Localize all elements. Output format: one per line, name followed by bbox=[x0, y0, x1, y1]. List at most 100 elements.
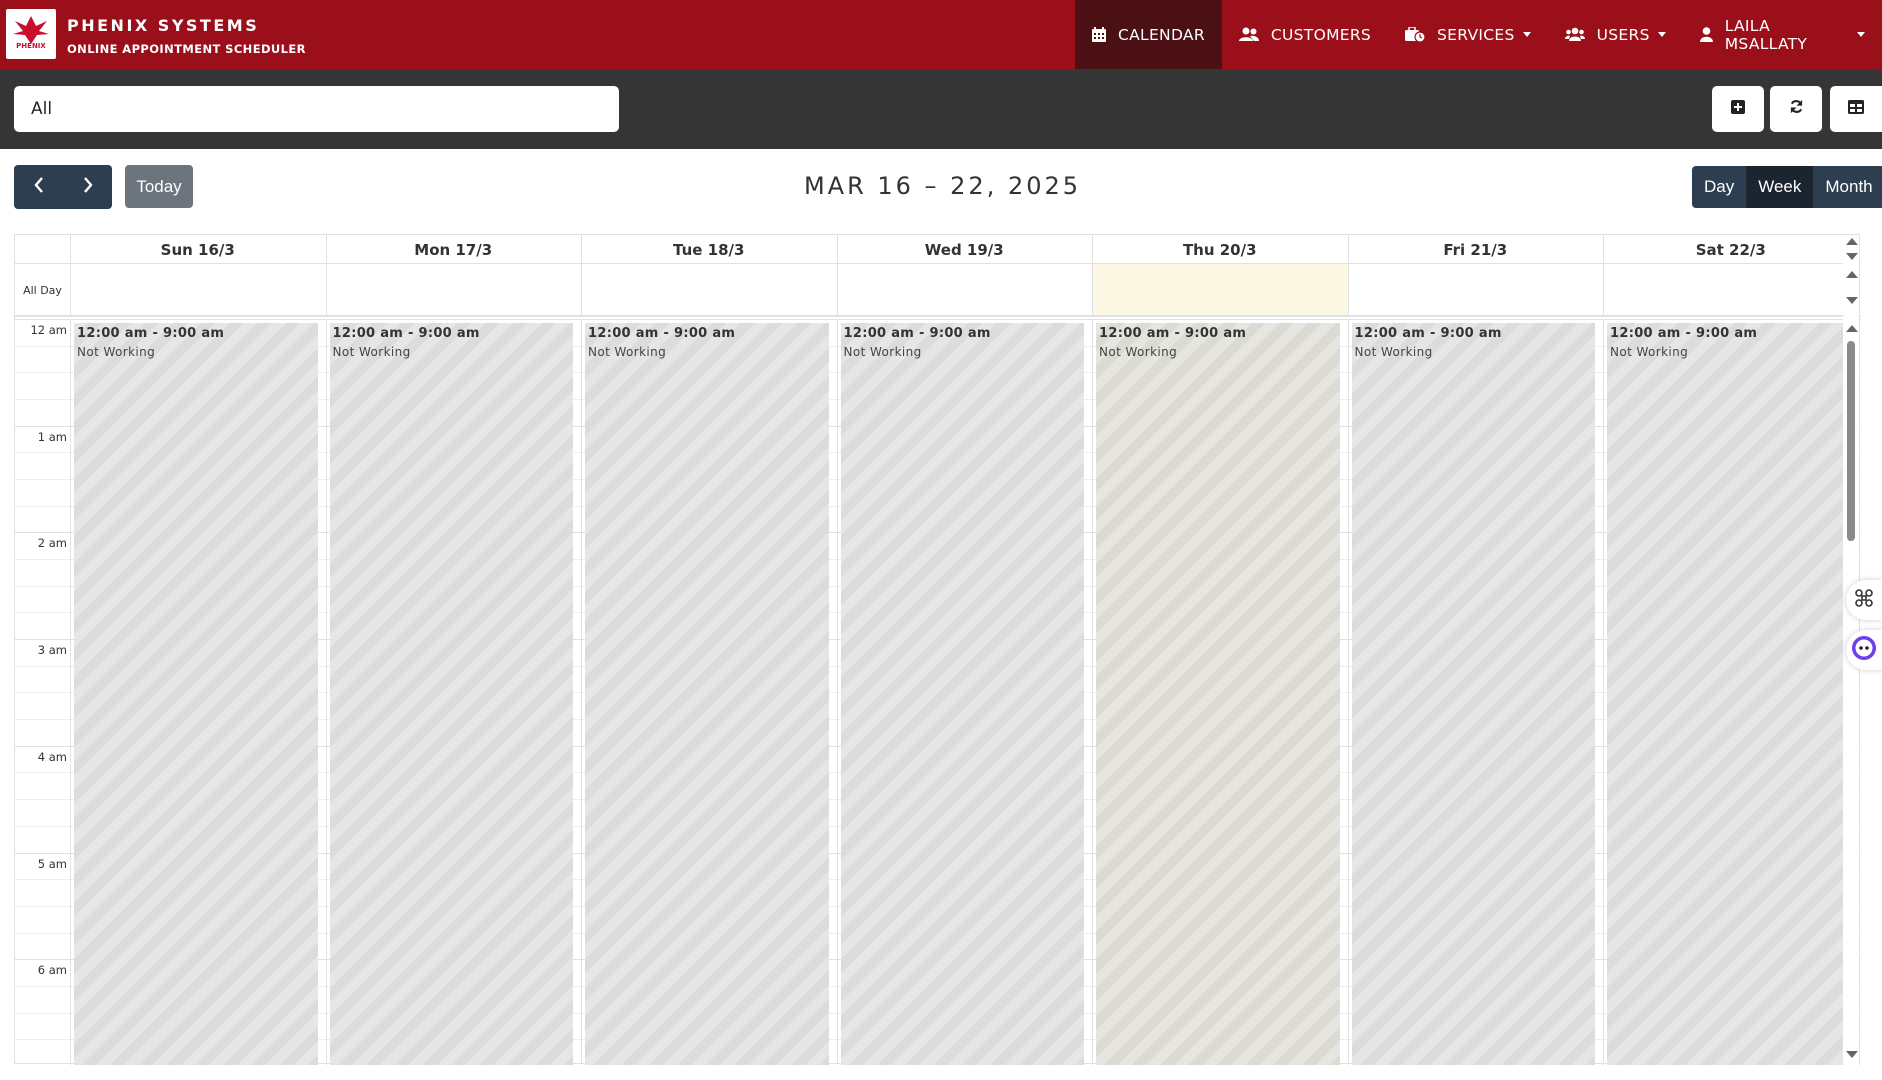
time-label: 4 am bbox=[37, 750, 67, 764]
time-label: 1 am bbox=[37, 430, 67, 444]
scroll-up-icon[interactable] bbox=[1846, 238, 1858, 245]
brand-subtitle: ONLINE APPOINTMENT SCHEDULER bbox=[67, 42, 306, 56]
nav-services[interactable]: SERVICES bbox=[1388, 0, 1548, 69]
chevron-down-icon bbox=[1857, 32, 1865, 37]
time-grid-scrollbar[interactable] bbox=[1843, 319, 1859, 1065]
provider-filter-select[interactable]: All bbox=[14, 86, 619, 132]
plus-square-icon bbox=[1731, 99, 1745, 119]
assistant-face-icon bbox=[1851, 635, 1877, 666]
brand: PHENIX SYSTEMS ONLINE APPOINTMENT SCHEDU… bbox=[67, 16, 306, 56]
day-view-button[interactable]: Day bbox=[1692, 166, 1747, 208]
time-label: 6 am bbox=[37, 963, 67, 977]
all-day-label: All Day bbox=[23, 284, 62, 297]
event-time: 12:00 am - 9:00 am bbox=[77, 326, 225, 341]
event-time: 12:00 am - 9:00 am bbox=[588, 326, 736, 341]
filter-bar: All bbox=[0, 69, 1882, 149]
command-icon bbox=[1855, 588, 1873, 612]
time-slot-line bbox=[15, 319, 1861, 320]
time-label: 12 am bbox=[30, 323, 67, 337]
chevron-right-icon bbox=[83, 176, 93, 198]
time-label: 2 am bbox=[37, 536, 67, 550]
day-header[interactable]: Tue 18/3 bbox=[581, 235, 837, 264]
reload-button[interactable] bbox=[1770, 86, 1822, 132]
table-view-button[interactable] bbox=[1830, 86, 1882, 132]
nav-users[interactable]: USERS bbox=[1548, 0, 1683, 69]
day-header[interactable]: Wed 19/3 bbox=[837, 235, 1093, 264]
nav-customers-label: CUSTOMERS bbox=[1270, 25, 1372, 44]
day-header[interactable]: Fri 21/3 bbox=[1348, 235, 1604, 264]
event-title: Not Working bbox=[1610, 345, 1689, 359]
column-divider bbox=[1603, 319, 1604, 1065]
add-appointment-button[interactable] bbox=[1712, 86, 1764, 132]
column-divider bbox=[1347, 264, 1349, 315]
day-header[interactable]: Sun 16/3 bbox=[70, 235, 326, 264]
header-scrollbar[interactable] bbox=[1843, 235, 1859, 264]
not-working-block[interactable]: 12:00 am - 9:00 am Not Working bbox=[74, 323, 318, 1065]
week-calendar: Sun 16/3 Mon 17/3 Tue 18/3 Wed 19/3 Thu 20/3… bbox=[14, 234, 1861, 1065]
day-header[interactable]: Mon 17/3 bbox=[326, 235, 582, 264]
event-title: Not Working bbox=[332, 345, 411, 359]
not-working-block[interactable]: 12:00 am - 9:00 am Not Working bbox=[1096, 323, 1340, 1065]
not-working-block[interactable]: 12:00 am - 9:00 am Not Working bbox=[1351, 323, 1595, 1065]
chevron-down-icon bbox=[1657, 32, 1666, 37]
brand-title: PHENIX SYSTEMS bbox=[67, 16, 260, 35]
phoenix-bird-icon: PHENIX bbox=[13, 16, 49, 50]
apps-widget-button[interactable] bbox=[1846, 580, 1882, 620]
column-divider bbox=[836, 264, 838, 315]
event-title: Not Working bbox=[1099, 345, 1178, 359]
nav-account-label: LAILA MSALLATY bbox=[1724, 16, 1808, 53]
event-title: Not Working bbox=[77, 345, 156, 359]
column-divider bbox=[1092, 319, 1093, 1065]
sync-icon bbox=[1789, 99, 1804, 119]
event-time: 12:00 am - 9:00 am bbox=[1610, 326, 1758, 341]
logo-text: PHENIX bbox=[16, 42, 46, 50]
nav-calendar[interactable]: CALENDAR bbox=[1075, 0, 1222, 69]
all-day-scrollbar[interactable] bbox=[1843, 264, 1859, 317]
scroll-up-icon[interactable] bbox=[1846, 325, 1858, 332]
chevron-left-icon bbox=[33, 176, 44, 198]
column-divider bbox=[581, 264, 582, 315]
event-time: 12:00 am - 9:00 am bbox=[843, 326, 991, 341]
chevron-down-icon bbox=[1522, 32, 1531, 37]
scroll-down-icon[interactable] bbox=[1846, 1051, 1858, 1058]
nav-users-label: USERS bbox=[1596, 25, 1650, 44]
day-header[interactable]: Thu 20/3 bbox=[1092, 235, 1348, 264]
nav-services-label: SERVICES bbox=[1437, 25, 1515, 44]
scroll-up-icon[interactable] bbox=[1846, 271, 1858, 278]
nav-account[interactable]: LAILA MSALLATY bbox=[1683, 0, 1882, 69]
calendar-icon bbox=[1092, 27, 1106, 42]
phenix-logo[interactable]: PHENIX bbox=[6, 9, 56, 59]
nav-customers[interactable]: CUSTOMERS bbox=[1222, 0, 1388, 69]
time-label: 5 am bbox=[37, 857, 67, 871]
event-time: 12:00 am - 9:00 am bbox=[332, 326, 480, 341]
not-working-block[interactable]: 12:00 am - 9:00 am Not Working bbox=[1607, 323, 1851, 1065]
scrollbar-thumb[interactable] bbox=[1847, 341, 1855, 541]
column-divider bbox=[70, 319, 71, 1065]
not-working-block[interactable]: 12:00 am - 9:00 am Not Working bbox=[585, 323, 829, 1065]
time-grid[interactable]: 12 am 1 am 2 am 3 am 4 am 5 am 6 am 12:00 am - … bbox=[15, 319, 1861, 1065]
all-day-row: All Day bbox=[15, 264, 1861, 317]
not-working-block[interactable]: 12:00 am - 9:00 am Not Working bbox=[840, 323, 1084, 1065]
event-title: Not Working bbox=[843, 345, 922, 359]
assistant-widget-button[interactable] bbox=[1846, 630, 1882, 670]
column-divider bbox=[836, 319, 838, 1065]
event-title: Not Working bbox=[588, 345, 667, 359]
column-divider bbox=[325, 319, 327, 1065]
date-range-title: MAR 16 – 22, 2025 bbox=[803, 172, 1082, 200]
top-navbar: PHENIX PHENIX SYSTEMS ONLINE APPOINTMENT… bbox=[0, 0, 1882, 69]
column-divider bbox=[1347, 319, 1349, 1065]
today-button[interactable]: Today bbox=[125, 165, 193, 208]
nav-calendar-label: CALENDAR bbox=[1118, 25, 1205, 44]
event-time: 12:00 am - 9:00 am bbox=[1354, 326, 1502, 341]
day-header[interactable]: Sat 22/3 bbox=[1603, 235, 1859, 264]
date-navigation bbox=[14, 165, 112, 209]
not-working-block[interactable]: 12:00 am - 9:00 am Not Working bbox=[329, 323, 573, 1065]
today-all-day-cell[interactable] bbox=[1093, 264, 1348, 315]
main-nav: CALENDAR CUSTOMERS SERVICES USERS LAILA … bbox=[1075, 0, 1882, 69]
scroll-down-icon[interactable] bbox=[1846, 253, 1858, 260]
next-week-button[interactable] bbox=[63, 165, 112, 209]
prev-week-button[interactable] bbox=[14, 165, 63, 209]
week-view-button[interactable]: Week bbox=[1746, 166, 1814, 208]
month-view-button[interactable]: Month bbox=[1813, 166, 1882, 208]
scroll-down-icon[interactable] bbox=[1846, 297, 1858, 304]
